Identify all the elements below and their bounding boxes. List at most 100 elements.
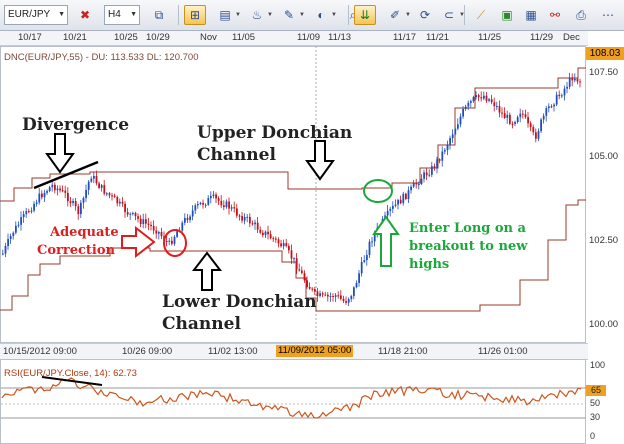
candle-body — [353, 287, 355, 297]
candle-body — [93, 175, 95, 179]
candle-body — [308, 286, 311, 289]
candle-body — [285, 243, 288, 246]
candle-body — [511, 123, 514, 125]
candle-body — [431, 166, 433, 175]
candle-body — [571, 77, 574, 81]
candle-body — [457, 124, 459, 129]
candle-body — [176, 231, 178, 237]
candle-body — [293, 258, 295, 260]
candle-body — [464, 106, 467, 109]
candle-body — [490, 99, 493, 103]
candle-body — [298, 269, 301, 271]
candle-body — [238, 215, 241, 217]
candle-body — [35, 202, 38, 204]
candle-body — [509, 114, 511, 124]
candle-body — [446, 144, 449, 151]
candle-body — [199, 202, 202, 205]
candle-body — [217, 198, 220, 201]
candle-body — [485, 95, 488, 101]
candle-body — [516, 117, 519, 123]
candle-body — [241, 216, 243, 221]
candle-body — [342, 298, 345, 301]
candle-body — [568, 77, 571, 87]
candle-body — [269, 234, 272, 239]
candle-body — [30, 210, 33, 212]
candle-body — [17, 224, 20, 226]
candle-body — [189, 216, 191, 221]
candle-body — [191, 210, 194, 217]
candle-body — [223, 205, 225, 208]
candle-body — [100, 185, 103, 188]
candle-body — [477, 95, 480, 98]
candle-body — [4, 245, 7, 254]
candle-body — [415, 183, 418, 185]
candle-body — [43, 192, 46, 198]
candle-body — [139, 218, 142, 224]
candle-body — [532, 127, 535, 133]
candle-body — [522, 113, 524, 115]
candle-body — [449, 138, 451, 145]
candle-body — [493, 102, 496, 107]
candle-body — [288, 245, 290, 251]
breakout-annotation-line3: highs — [409, 257, 450, 272]
candle-body — [405, 193, 407, 199]
candle-body — [22, 214, 25, 218]
candle-body — [165, 241, 168, 243]
candle-body — [145, 219, 147, 224]
candle-body — [420, 178, 423, 184]
candle-body — [2, 253, 4, 255]
candle-body — [410, 186, 412, 191]
candle-body — [280, 243, 282, 247]
candle-body — [207, 198, 210, 205]
candle-body — [475, 95, 477, 98]
candle-body — [210, 196, 212, 199]
candle-body — [142, 219, 145, 224]
candle-body — [90, 178, 93, 182]
candle-body — [194, 205, 197, 211]
candle-body — [108, 193, 111, 196]
candle-body — [360, 261, 363, 274]
candle-body — [69, 201, 72, 204]
candle-body — [171, 240, 173, 244]
candle-body — [28, 211, 30, 213]
candle-body — [48, 187, 51, 192]
candle-body — [15, 225, 17, 233]
candle-body — [438, 159, 441, 161]
chart-graphics — [0, 46, 586, 419]
candle-body — [106, 193, 108, 195]
candle-body — [225, 201, 228, 208]
candle-body — [402, 193, 405, 204]
candle-body — [574, 78, 576, 81]
correction-annotation-line1: Adequate — [50, 225, 119, 240]
candle-body — [41, 193, 43, 198]
candle-body — [470, 101, 472, 103]
candle-body — [254, 222, 256, 225]
candle-body — [358, 273, 360, 283]
candle-body — [126, 212, 129, 215]
candle-body — [558, 94, 561, 97]
candle-body — [506, 114, 509, 118]
candle-body — [181, 222, 184, 231]
candle-body — [563, 88, 566, 96]
candle-body — [220, 200, 223, 206]
candle-body — [267, 231, 269, 235]
lower-channel-arrow-icon — [191, 251, 223, 291]
candle-body — [561, 95, 563, 97]
candle-body — [454, 128, 457, 135]
candle-body — [329, 296, 332, 298]
candle-body — [295, 258, 298, 270]
candle-body — [340, 295, 342, 299]
candle-body — [124, 203, 126, 213]
candle-body — [119, 201, 121, 204]
candle-body — [51, 184, 54, 188]
candle-body — [319, 293, 321, 297]
candle-body — [311, 288, 314, 290]
candle-body — [233, 207, 236, 209]
candle-body — [451, 134, 454, 139]
candle-body — [555, 94, 558, 105]
candle-body — [566, 86, 568, 89]
candle-body — [425, 172, 428, 176]
candle-body — [212, 194, 215, 197]
candle-body — [553, 104, 555, 107]
candle-body — [272, 238, 275, 240]
